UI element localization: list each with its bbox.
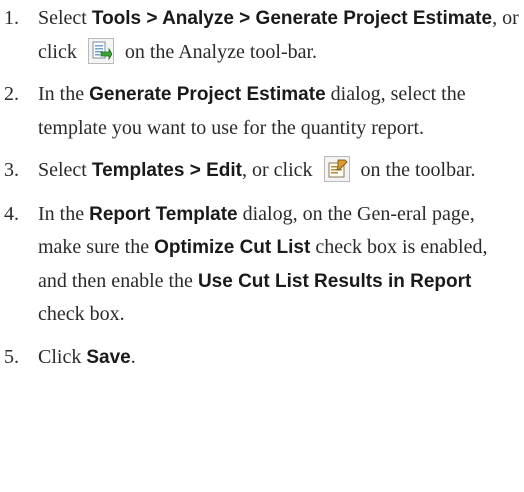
step-text: In the	[38, 202, 90, 225]
step-text: Select	[38, 159, 92, 181]
step-3: 3. Select Templates > Edit, or click on …	[0, 154, 524, 188]
generate-estimate-icon	[87, 37, 114, 64]
step-text: Select	[38, 7, 92, 29]
step-text: In the	[38, 83, 90, 105]
option-name: Optimize Cut List	[154, 237, 311, 258]
step-number: 4.	[4, 202, 19, 225]
step-4: 4. In the Report Template dialog, on the…	[0, 198, 524, 331]
menu-path: Tools > Analyze > Generate Project Estim…	[91, 8, 493, 29]
button-name: Save	[86, 346, 131, 368]
step-text: .	[130, 345, 136, 368]
edit-template-icon	[323, 156, 350, 182]
dialog-name: Generate Project Estimate	[89, 84, 326, 105]
step-number: 2.	[4, 83, 19, 105]
step-number: 5.	[4, 345, 19, 368]
step-text: on the Analyze tool-bar.	[119, 40, 318, 63]
step-text: on the toolbar.	[355, 159, 476, 181]
step-1: 1. Select Tools > Analyze > Generate Pro…	[0, 2, 524, 68]
step-number: 3.	[4, 159, 19, 181]
step-5: 5. Click Save.	[0, 341, 524, 375]
step-text: , or click	[241, 159, 318, 181]
step-text: Click	[38, 345, 87, 368]
step-text: check box.	[38, 303, 125, 325]
dialog-name: Report Template	[89, 203, 238, 225]
option-name: Use Cut List Results in Report	[197, 270, 472, 292]
instruction-steps: 1. Select Tools > Analyze > Generate Pro…	[0, 0, 524, 384]
step-number: 1.	[4, 7, 19, 29]
menu-path: Templates > Edit	[91, 160, 242, 181]
step-2: 2. In the Generate Project Estimate dial…	[0, 78, 524, 144]
